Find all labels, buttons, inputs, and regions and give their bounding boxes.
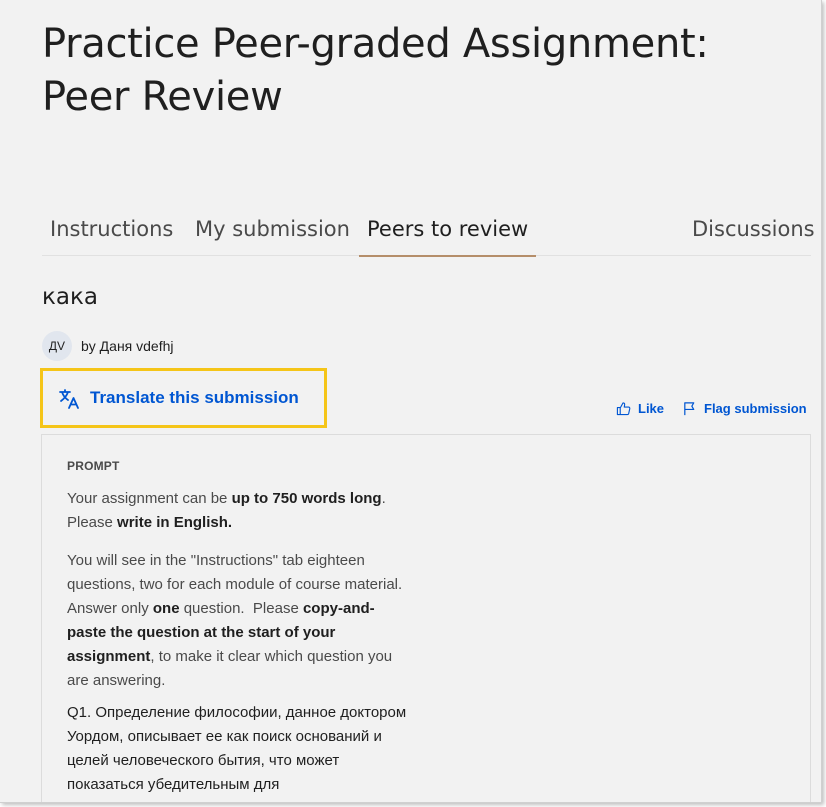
tab-peers-to-review[interactable]: Peers to review: [358, 200, 537, 257]
thumbs-up-icon: [616, 401, 631, 415]
submission-answer-text: Q1. Определение философии, данное доктор…: [67, 704, 407, 793]
prompt-paragraph-instructions: You will see in the "Instructions" tab e…: [67, 549, 412, 693]
submission-card: PROMPT Your assignment can be up to 750 …: [41, 434, 811, 802]
author-name[interactable]: by Даня vdefhj: [81, 338, 174, 354]
flag-label: Flag submission: [704, 400, 807, 416]
translate-icon: [59, 389, 79, 409]
translate-submission-button[interactable]: Translate this submission: [40, 368, 327, 428]
like-label: Like: [638, 400, 665, 416]
avatar: ДV: [42, 331, 72, 361]
page-title: Practice Peer-graded Assignment: Peer Re…: [42, 21, 709, 120]
prompt-section: PROMPT Your assignment can be up to 750 …: [67, 459, 412, 802]
prompt-bold: write in English.: [117, 514, 233, 531]
prompt-text: question. Please: [179, 600, 303, 617]
tab-bar: Instructions My submission Peers to revi…: [42, 200, 815, 257]
flag-icon: [684, 401, 695, 415]
submission-title: кака: [42, 284, 98, 310]
prompt-bold: one: [152, 600, 180, 617]
flag-submission-button[interactable]: Flag submission: [682, 398, 807, 418]
prompt-bold: up to 750 words long: [231, 490, 382, 507]
like-button[interactable]: Like: [616, 398, 664, 418]
app-frame: Practice Peer-graded Assignment: Peer Re…: [0, 0, 822, 803]
tab-my-submission[interactable]: My submission: [195, 200, 350, 256]
tab-discussions[interactable]: Discussions: [692, 200, 815, 256]
prompt-paragraph-length: Your assignment can be up to 750 words l…: [67, 487, 412, 535]
tab-instructions[interactable]: Instructions: [50, 200, 173, 256]
prompt-label: PROMPT: [67, 459, 120, 473]
translate-label: Translate this submission: [90, 388, 299, 407]
prompt-text: Your assignment can be: [67, 490, 232, 507]
